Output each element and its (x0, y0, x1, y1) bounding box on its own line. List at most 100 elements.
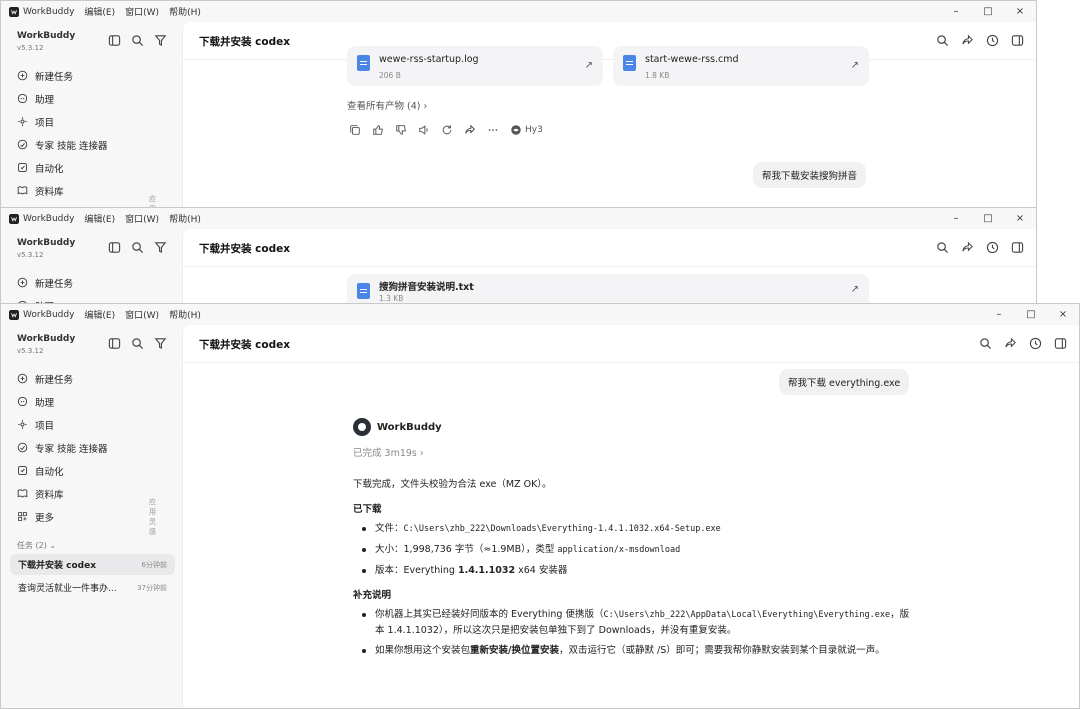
panel-icon[interactable] (1054, 337, 1067, 350)
nav-new-task[interactable]: 新建任务 (17, 367, 108, 390)
note2-text-a: 如果你想用这个安装包 (375, 644, 471, 656)
menu-edit[interactable]: 编辑(E) (84, 212, 115, 225)
nav-label: 专家 技能 连接器 (35, 140, 108, 152)
document-icon (357, 55, 370, 71)
menu-help[interactable]: 帮助(H) (169, 5, 201, 18)
panel-icon[interactable] (1011, 241, 1024, 254)
menu-window[interactable]: 窗口(W) (125, 212, 159, 225)
menu-edit[interactable]: 编辑(E) (84, 5, 115, 18)
downloaded-heading: 已下载 (353, 504, 382, 516)
nav-automation[interactable]: 自动化 (17, 459, 108, 482)
task-item-active[interactable]: 下载并安装 codex 6分钟前 (10, 554, 175, 575)
tasks-header-label: 任务 (2) (17, 541, 47, 550)
share-icon[interactable] (961, 34, 974, 47)
menu-window[interactable]: 窗口(W) (125, 308, 159, 321)
close-button[interactable]: × (1004, 208, 1036, 229)
nav-experts[interactable]: 专家 技能 连接器 (17, 133, 108, 156)
share-icon[interactable] (464, 124, 476, 136)
library-icon (17, 185, 28, 196)
title-bar: WorkBuddy 编辑(E) 窗口(W) 帮助(H) – □ × (1, 1, 1036, 22)
file-card[interactable]: wewe-rss-startup.log 206 B ↗ (347, 46, 603, 86)
history-icon[interactable] (1029, 337, 1042, 350)
filter-icon[interactable] (154, 241, 167, 254)
share-icon[interactable] (961, 241, 974, 254)
search-icon[interactable] (131, 34, 144, 47)
plus-circle-icon (17, 373, 28, 384)
nav-projects[interactable]: 项目 (17, 110, 108, 133)
file-path: C:\Users\zhb_222\Downloads\Everything-1.… (403, 524, 721, 535)
nav-new-task[interactable]: 新建任务 (17, 271, 73, 294)
nav-label: 资料库 (35, 489, 64, 501)
open-arrow-icon[interactable]: ↗ (851, 284, 859, 295)
panel-icon[interactable] (1011, 34, 1024, 47)
file-card[interactable]: start-wewe-rss.cmd 1.8 KB ↗ (613, 46, 869, 86)
library-icon (17, 488, 28, 499)
menu-help[interactable]: 帮助(H) (169, 212, 201, 225)
close-button[interactable]: × (1004, 1, 1036, 22)
search-icon[interactable] (936, 241, 949, 254)
minimize-button[interactable]: – (940, 1, 972, 22)
toggle-sidebar-icon[interactable] (108, 241, 121, 254)
nav-more-extra: 应用 灵感 (149, 497, 156, 536)
nav-label: 自动化 (35, 466, 64, 478)
search-icon[interactable] (131, 241, 144, 254)
model-name: Hy3 (525, 125, 543, 135)
more-grid-icon (17, 511, 28, 522)
nav-label: 助理 (35, 94, 55, 106)
history-icon[interactable] (986, 241, 999, 254)
thumbs-down-icon[interactable] (395, 124, 407, 136)
nav-more[interactable]: 更多 应用 灵感 (17, 498, 156, 536)
tasks-section-header[interactable]: 任务 (2) ⌄ (17, 540, 56, 551)
menu-help[interactable]: 帮助(H) (169, 308, 201, 321)
filter-icon[interactable] (154, 337, 167, 350)
nav-library[interactable]: 资料库 (17, 179, 108, 202)
more-icon[interactable] (487, 124, 499, 136)
nav-assistant[interactable]: 助理 (17, 87, 108, 110)
nav-library[interactable]: 资料库 (17, 482, 108, 505)
menu-window[interactable]: 窗口(W) (125, 5, 159, 18)
history-icon[interactable] (986, 34, 999, 47)
minimize-button[interactable]: – (940, 208, 972, 229)
close-button[interactable]: × (1047, 304, 1079, 325)
nav-projects[interactable]: 项目 (17, 413, 108, 436)
app-logo-icon (9, 214, 19, 224)
copy-icon[interactable] (349, 124, 361, 136)
thumbs-up-icon[interactable] (372, 124, 384, 136)
view-all-label: 查看所有产物 (4) (347, 101, 421, 112)
model-badge[interactable]: Hy3 (510, 124, 543, 136)
nav-new-task[interactable]: 新建任务 (17, 64, 108, 87)
search-icon[interactable] (979, 337, 992, 350)
main-header: 下载并安装 codex (183, 22, 1036, 60)
assistant-icon (17, 396, 28, 407)
toggle-sidebar-icon[interactable] (108, 337, 121, 350)
task-item[interactable]: 查询灵活就业一件事办... 37分钟前 (10, 577, 175, 598)
completion-status[interactable]: 已完成 3m19s › (353, 445, 424, 459)
model-icon (510, 124, 522, 136)
maximize-button[interactable]: □ (972, 1, 1004, 22)
document-icon (357, 283, 370, 299)
share-icon[interactable] (1004, 337, 1017, 350)
open-arrow-icon[interactable]: ↗ (585, 60, 593, 71)
search-icon[interactable] (936, 34, 949, 47)
list-item: 你机器上其实已经装好同版本的 Everything 便携版（C:\Users\z… (353, 607, 913, 638)
maximize-button[interactable]: □ (1015, 304, 1047, 325)
app-logo-icon (9, 7, 19, 17)
nav-automation[interactable]: 自动化 (17, 156, 108, 179)
regenerate-icon[interactable] (441, 124, 453, 136)
list-item: 版本：Everything 1.4.1.1032 x64 安装器 (353, 563, 913, 578)
maximize-button[interactable]: □ (972, 208, 1004, 229)
file-card[interactable]: 搜狗拼音安装说明.txt 1.3 KB ↗ (347, 274, 869, 303)
minimize-button[interactable]: – (983, 304, 1015, 325)
nav-experts[interactable]: 专家 技能 连接器 (17, 436, 108, 459)
speaker-icon[interactable] (418, 124, 430, 136)
main-panel: 下载并安装 codex 搜狗拼音安装说明.txt 1.3 KB ↗ (182, 229, 1036, 303)
view-all-artifacts-link[interactable]: 查看所有产物 (4) › (347, 98, 427, 112)
chevron-right-icon: › (419, 448, 424, 459)
menu-edit[interactable]: 编辑(E) (84, 308, 115, 321)
open-arrow-icon[interactable]: ↗ (851, 60, 859, 71)
nav-assistant[interactable]: 助理 (17, 390, 108, 413)
nav-label: 更多 (35, 512, 55, 524)
filter-icon[interactable] (154, 34, 167, 47)
toggle-sidebar-icon[interactable] (108, 34, 121, 47)
search-icon[interactable] (131, 337, 144, 350)
